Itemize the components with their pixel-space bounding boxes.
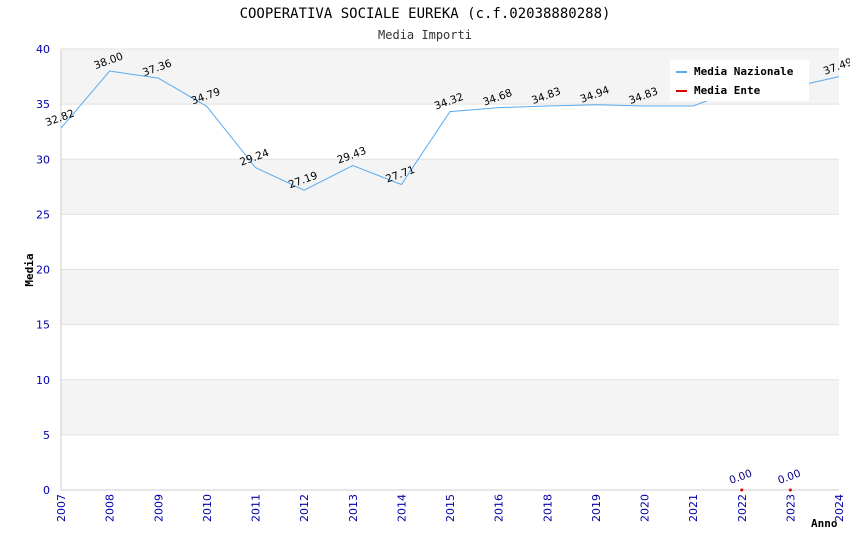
x-tick-label: 2010 [201, 494, 214, 522]
y-tick-label: 40 [36, 43, 50, 56]
data-point-media-ente [740, 488, 744, 492]
x-tick-label: 2015 [444, 494, 457, 522]
x-tick-label: 2019 [590, 494, 603, 522]
x-tick-label: 2007 [55, 494, 68, 522]
grid-band [61, 214, 839, 270]
grid-band [61, 434, 839, 490]
y-tick-label: 30 [36, 153, 50, 166]
legend: Media Nazionale Media Ente [670, 60, 809, 101]
x-tick-label: 2012 [298, 494, 311, 522]
x-tick-label: 2018 [541, 494, 554, 522]
y-tick-label: 5 [43, 429, 50, 442]
data-point-media-ente [788, 488, 792, 492]
y-tick-label: 35 [36, 98, 50, 111]
y-axis-ticks: 0 5 10 15 20 25 30 35 40 [36, 43, 50, 497]
x-tick-label: 2016 [493, 494, 506, 522]
legend-label-media-nazionale: Media Nazionale [694, 65, 794, 78]
grid-band [61, 269, 839, 325]
x-tick-label: 2020 [639, 494, 652, 522]
chart-subtitle: Media Importi [378, 28, 472, 42]
x-tick-label: 2011 [250, 494, 263, 522]
y-tick-label: 0 [43, 484, 50, 497]
x-tick-label: 2023 [784, 494, 797, 522]
y-tick-label: 15 [36, 319, 50, 332]
x-tick-label: 2014 [395, 494, 408, 522]
x-tick-label: 2021 [687, 494, 700, 522]
x-tick-label: 2009 [152, 494, 165, 522]
chart: COOPERATIVA SOCIALE EUREKA (c.f.02038880… [23, 6, 850, 530]
y-tick-label: 25 [36, 208, 50, 221]
x-tick-label: 2013 [347, 494, 360, 522]
x-axis-ticks: 2007 2008 2009 2010 2011 2012 2013 2014 2015 2016… [55, 494, 846, 522]
grid-band [61, 379, 839, 435]
y-tick-label: 20 [36, 264, 50, 277]
y-tick-label: 10 [36, 374, 50, 387]
y-axis-label: Media [23, 253, 36, 286]
grid-band [61, 324, 839, 380]
grid-band [61, 159, 839, 215]
x-tick-label: 2022 [736, 494, 749, 522]
x-tick-label: 2008 [104, 494, 117, 522]
x-tick-label: 2024 [833, 494, 846, 522]
chart-title: COOPERATIVA SOCIALE EUREKA (c.f.02038880… [240, 6, 611, 22]
legend-label-media-ente: Media Ente [694, 84, 761, 97]
